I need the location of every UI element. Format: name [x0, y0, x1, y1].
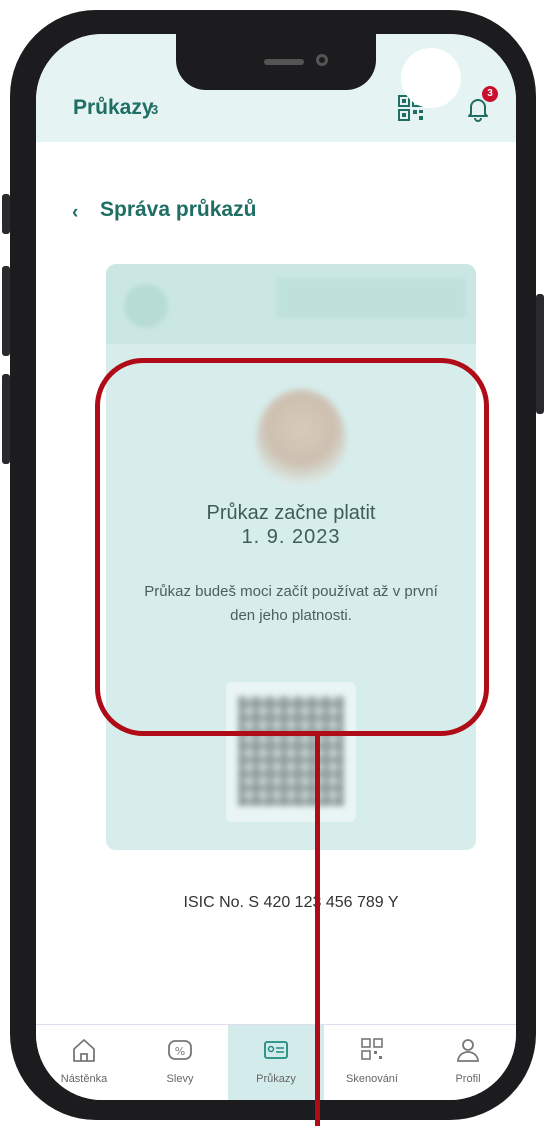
home-icon [73, 1039, 95, 1062]
card-icon [264, 1041, 288, 1059]
nav-item-profil[interactable]: Profil [420, 1025, 516, 1100]
card-count: 3 [151, 102, 159, 117]
user-icon [457, 1039, 479, 1062]
volume-up-button [2, 266, 10, 356]
nav-item-prukazy[interactable]: Průkazy [228, 1025, 324, 1100]
camera-icon [316, 54, 328, 66]
nav-label: Skenování [346, 1073, 398, 1085]
callout-line [315, 736, 320, 1126]
card-strip [276, 278, 466, 318]
nav-item-skenovani[interactable]: Skenování [324, 1025, 420, 1100]
page-title: Průkazy [73, 96, 154, 119]
nav-label: Profil [455, 1073, 481, 1085]
nav-label: Slevy [166, 1073, 194, 1085]
speaker [264, 59, 304, 65]
power-button [536, 294, 544, 414]
touch-indicator [401, 48, 461, 108]
notification-badge: 3 [482, 86, 498, 102]
discount-icon: % [168, 1040, 192, 1060]
nav-label: Průkazy [256, 1073, 296, 1085]
highlight-callout-box [95, 358, 489, 736]
card-logo [124, 284, 168, 328]
mute-switch [2, 194, 10, 234]
qr-scan-icon [361, 1038, 383, 1060]
nav-item-nastenka[interactable]: Nástěnka [36, 1025, 132, 1100]
volume-down-button [2, 374, 10, 464]
notch [176, 34, 376, 90]
isic-number: ISIC No. S 420 123 456 789 Y [183, 894, 399, 911]
back-icon[interactable]: ‹ [72, 202, 78, 224]
nav-label: Nástěnka [60, 1073, 108, 1085]
section-title[interactable]: Správa průkazů [100, 198, 256, 222]
nav-item-slevy[interactable]: % Slevy [132, 1025, 228, 1100]
svg-text:%: % [175, 1045, 185, 1058]
bottom-nav: Nástěnka % Slevy Průkazy Skenování Profi… [36, 1024, 516, 1100]
